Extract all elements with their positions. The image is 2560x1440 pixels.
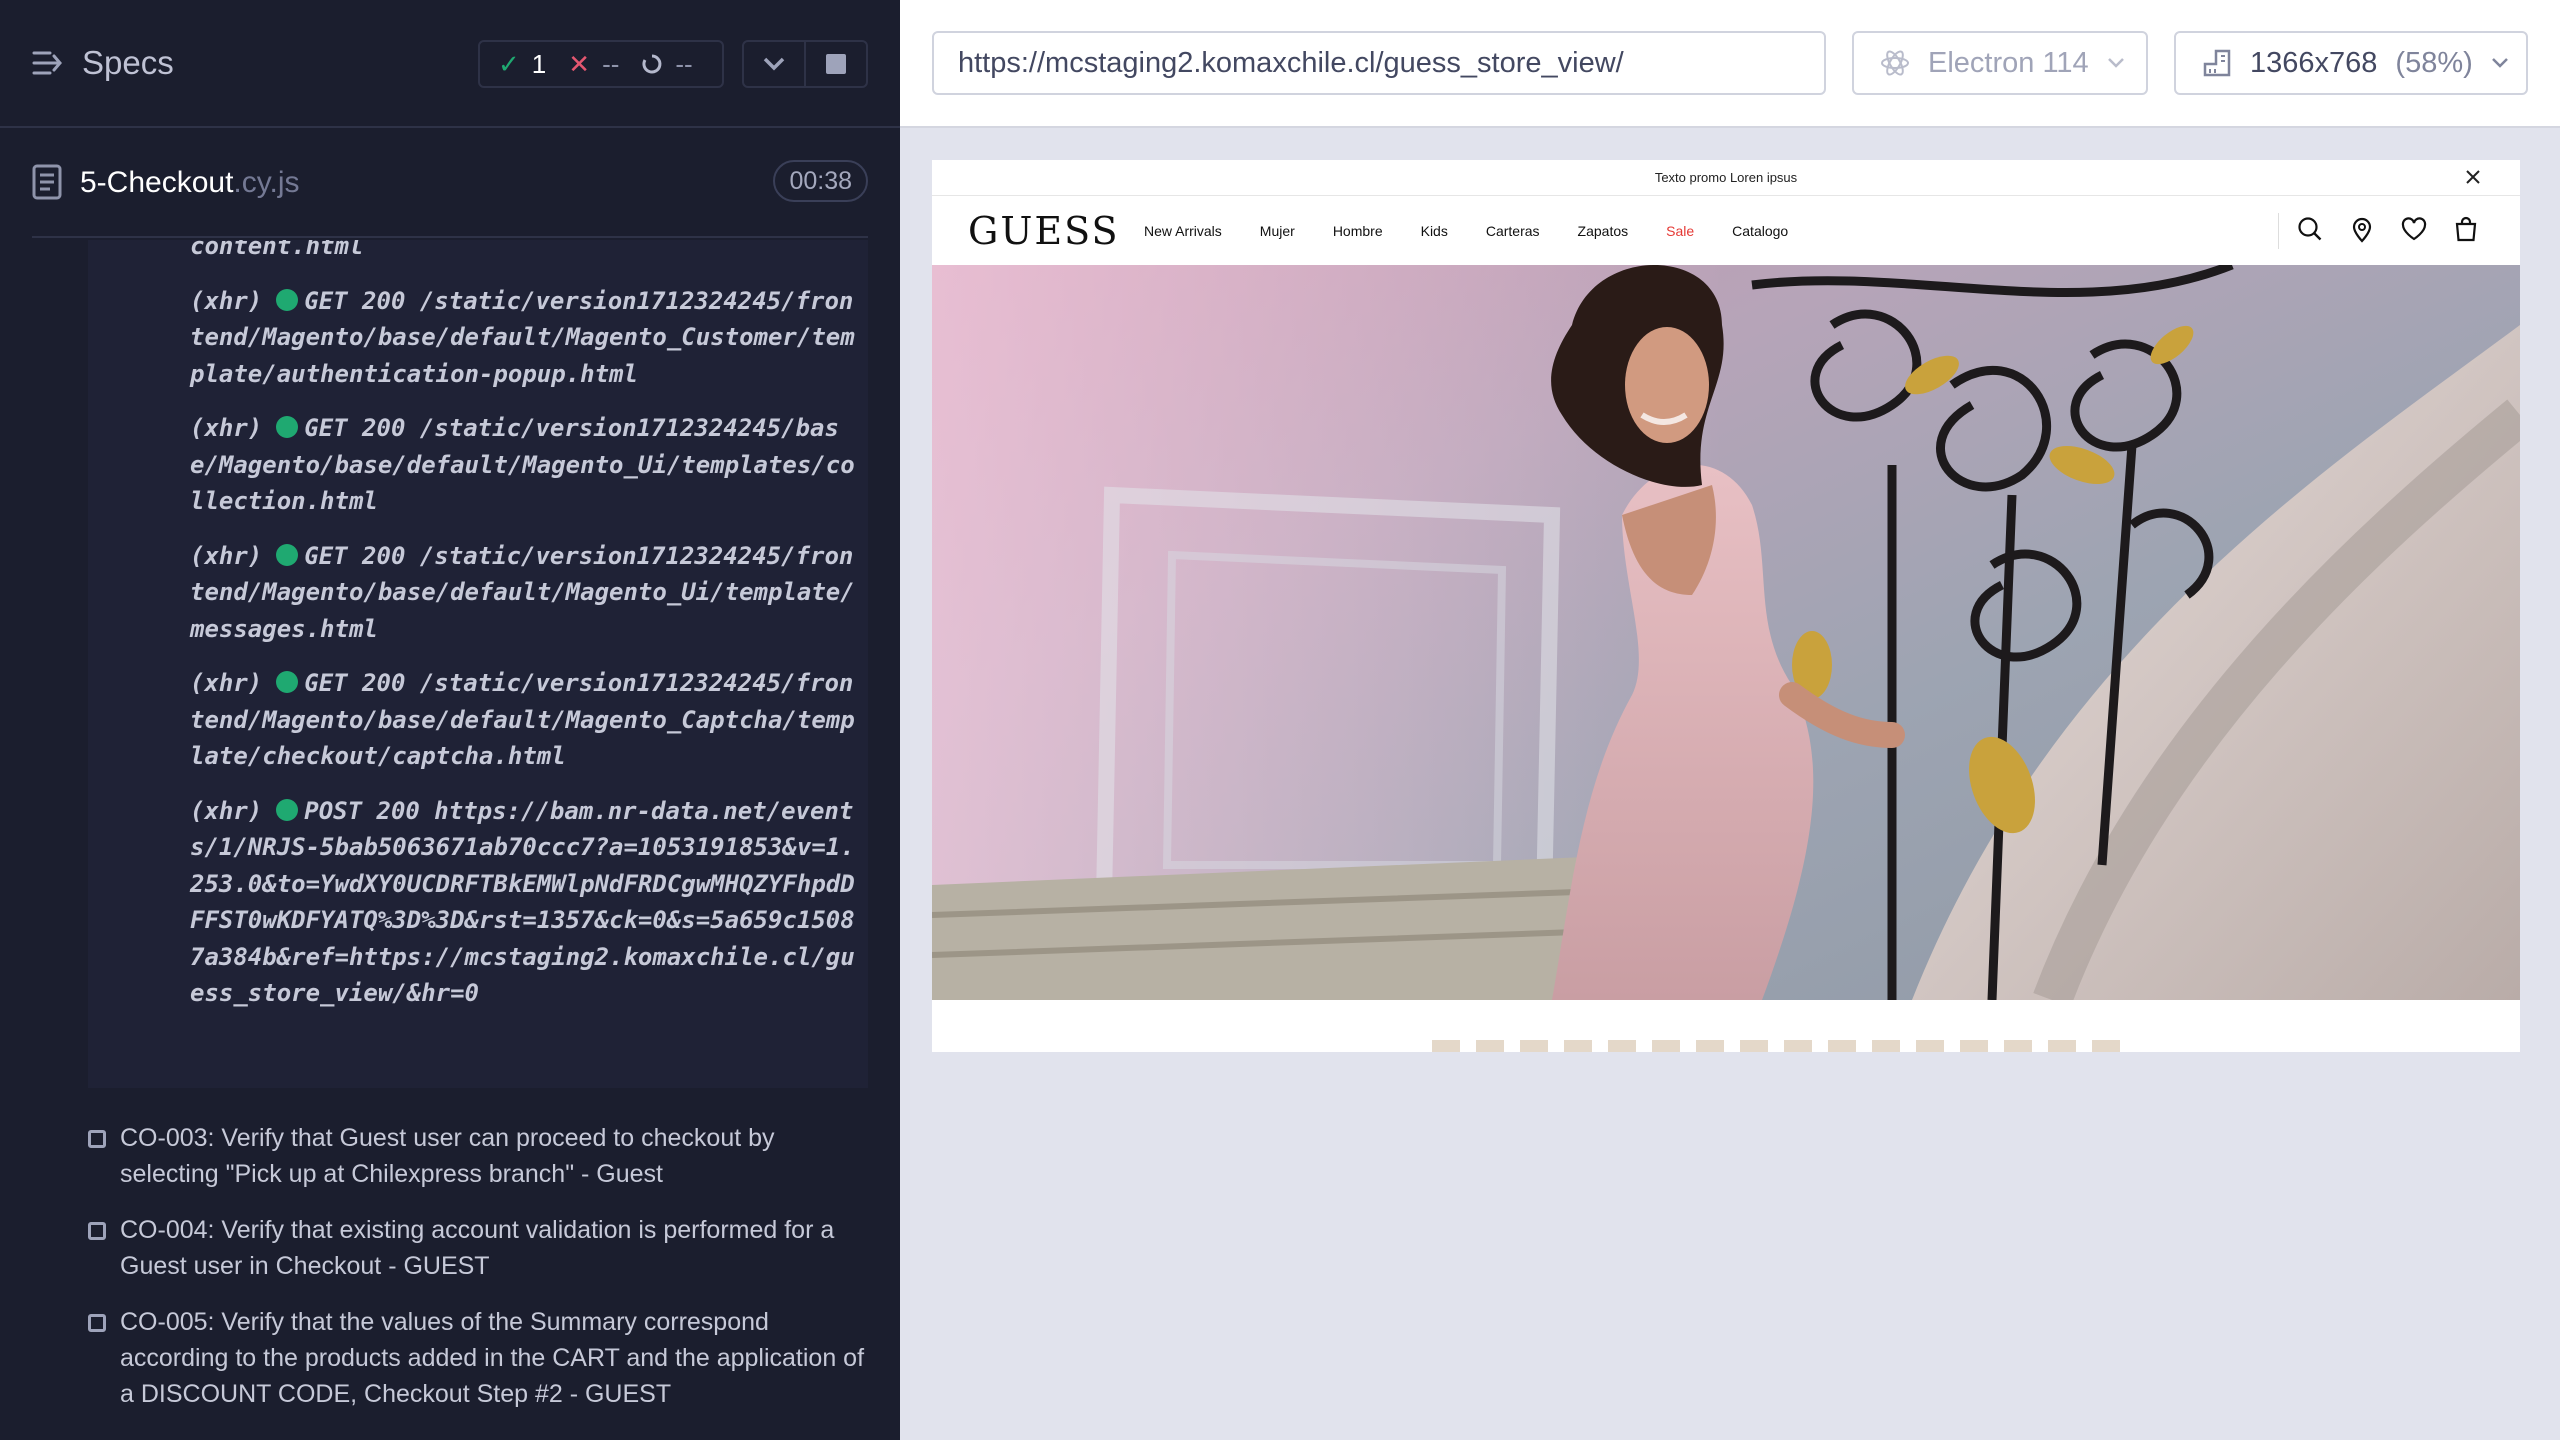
log-type: (xhr) <box>190 669 263 697</box>
log-type: (xhr) <box>190 796 263 825</box>
failed-stat: ✕ -- <box>568 49 619 80</box>
test-stats: ✓ 1 ✕ -- -- <box>478 40 724 88</box>
chevron-down-icon <box>2107 58 2124 68</box>
url-bar[interactable]: https://mcstaging2.komaxchile.cl/guess_s… <box>932 31 1826 95</box>
hero-image[interactable] <box>932 265 2520 1000</box>
passed-stat: ✓ 1 <box>498 49 546 80</box>
viewport-scale: (58%) <box>2395 46 2473 79</box>
promo-bar: Texto promo Loren ipsus <box>932 160 2520 196</box>
specs-list-icon <box>32 51 62 75</box>
test-title: CO-003: Verify that Guest user can proce… <box>120 1124 775 1188</box>
heart-icon[interactable] <box>2400 215 2428 243</box>
viewport-size: 1366x768 <box>2250 46 2378 79</box>
pending-spinner-icon <box>642 54 662 74</box>
aut-panel: https://mcstaging2.komaxchile.cl/guess_s… <box>900 0 2560 1440</box>
test-status-icon <box>88 1222 106 1240</box>
site-menu: New Arrivals Mujer Hombre Kids Carteras Zapat… <box>1144 197 1788 265</box>
status-dot-icon <box>276 543 299 566</box>
log-method: POST 200 <box>304 796 420 825</box>
search-icon[interactable] <box>2296 215 2324 243</box>
specs-button[interactable]: Specs <box>32 44 174 82</box>
browser-label: Electron 114 <box>1928 46 2089 79</box>
log-entry[interactable]: (xhr) GET 200 /static/version1712324245/f… <box>190 665 862 775</box>
test-status-icon <box>88 1130 106 1148</box>
spec-file-name[interactable]: 5-Checkout.cy.js <box>80 166 300 200</box>
test-item[interactable]: CO-003: Verify that Guest user can proce… <box>86 1120 866 1192</box>
stop-icon <box>826 54 846 74</box>
failed-count: -- <box>602 48 620 79</box>
command-log: content.html (xhr) GET 200 /static/versio… <box>88 240 868 1088</box>
cross-icon: ✕ <box>568 48 591 79</box>
site-logo[interactable]: GUESS <box>968 205 1120 257</box>
viewport-selector[interactable]: 1366x768 (58%) <box>2174 31 2528 95</box>
run-controls <box>742 40 868 88</box>
site-menu-item[interactable]: Mujer <box>1260 197 1295 265</box>
electron-icon <box>1881 50 1909 76</box>
test-title: CO-004: Verify that existing account val… <box>120 1216 835 1280</box>
content-below-fold <box>932 1000 2520 1052</box>
pending-stat: -- <box>641 48 693 80</box>
site-menu-item[interactable]: Sale <box>1666 197 1694 265</box>
site-menu-item[interactable]: Hombre <box>1333 197 1383 265</box>
site-menu-item[interactable]: Catalogo <box>1732 197 1788 265</box>
test-list: CO-003: Verify that Guest user can proce… <box>86 1120 866 1432</box>
spec-name-text: 5-Checkout <box>80 166 234 199</box>
log-method: GET 200 <box>304 541 406 570</box>
site-nav: GUESS New Arrivals Mujer Hombre Kids Cartera… <box>932 197 2520 265</box>
spec-header: 5-Checkout.cy.js 00:38 <box>32 130 868 238</box>
shopping-bag-icon[interactable] <box>2452 215 2480 243</box>
log-method: GET 200 <box>304 414 406 442</box>
test-status-icon <box>88 1314 106 1332</box>
log-url: https://bam.nr-data.net/events/1/NRJS-5b… <box>190 796 855 1008</box>
log-entry[interactable]: (xhr) GET 200 /static/version1712324245/f… <box>190 283 862 393</box>
spec-ext-text: .cy.js <box>233 166 300 199</box>
site-menu-item[interactable]: New Arrivals <box>1144 197 1222 265</box>
status-dot-icon <box>276 798 299 821</box>
check-icon: ✓ <box>498 48 520 79</box>
close-icon[interactable] <box>2462 166 2484 188</box>
log-entry[interactable]: (xhr) GET 200 /static/version1712324245/f… <box>190 538 862 648</box>
log-entry[interactable]: (xhr) POST 200 https://bam.nr-data.net/ev… <box>190 793 862 1012</box>
nav-divider <box>2278 213 2279 249</box>
browser-selector[interactable]: Electron 114 <box>1852 31 2148 95</box>
app-under-test: Texto promo Loren ipsus GUESS New Arriva… <box>932 160 2520 1052</box>
test-item[interactable]: CO-005: Verify that the values of the Su… <box>86 1304 866 1412</box>
promo-text: Texto promo Loren ipsus <box>1654 170 1798 185</box>
reporter-panel: Specs ✓ 1 ✕ -- -- 5-Checkout.cy.js 00:38… <box>0 0 900 1440</box>
log-type: (xhr) <box>190 541 263 570</box>
log-list: content.html (xhr) GET 200 /static/versio… <box>190 240 862 1030</box>
log-method: GET 200 <box>304 286 406 315</box>
document-icon <box>32 164 62 200</box>
chevron-down-icon <box>2491 58 2508 68</box>
ruler-icon <box>2203 49 2231 77</box>
reporter-header: Specs ✓ 1 ✕ -- -- <box>0 0 900 128</box>
specs-label: Specs <box>82 44 174 81</box>
aut-header: https://mcstaging2.komaxchile.cl/guess_s… <box>900 0 2560 128</box>
pending-count: -- <box>675 48 693 79</box>
passed-count: 1 <box>531 48 547 79</box>
collapse-button[interactable] <box>744 42 804 86</box>
status-dot-icon <box>276 416 299 438</box>
spec-duration: 00:38 <box>773 160 868 202</box>
test-title: CO-005: Verify that the values of the Su… <box>120 1308 865 1408</box>
test-item[interactable]: CO-004: Verify that existing account val… <box>86 1212 866 1284</box>
log-partial: content.html <box>190 240 364 260</box>
site-menu-item[interactable]: Carteras <box>1486 197 1540 265</box>
chevron-down-icon <box>763 57 785 71</box>
log-entry[interactable]: (xhr) GET 200 /static/version1712324245/b… <box>190 410 862 520</box>
nav-icons <box>2296 215 2480 243</box>
log-type: (xhr) <box>190 414 263 442</box>
site-menu-item[interactable]: Kids <box>1421 197 1448 265</box>
status-dot-icon <box>276 671 299 693</box>
stop-button[interactable] <box>804 42 866 86</box>
log-type: (xhr) <box>190 286 263 315</box>
hero-photo <box>932 265 2520 1000</box>
log-method: GET 200 <box>304 669 406 697</box>
site-menu-item[interactable]: Zapatos <box>1578 197 1629 265</box>
status-dot-icon <box>276 288 299 311</box>
location-pin-icon[interactable] <box>2348 215 2376 243</box>
